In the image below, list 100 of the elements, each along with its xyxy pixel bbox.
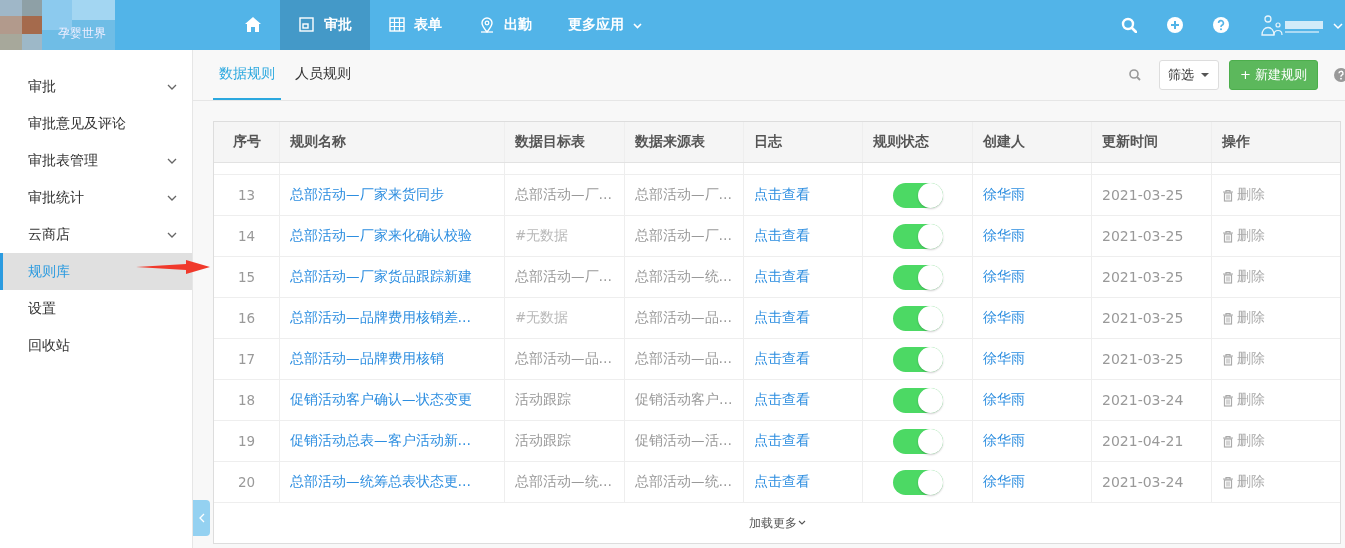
table-cell: 2021-04-21 [1102,433,1184,449]
toggle-switch[interactable] [893,264,943,290]
brand-name: 孕婴世界 [58,25,106,42]
rule-name-link[interactable]: 促销活动总表—客户活动新… [290,432,471,450]
table-cell: #无数据 [515,309,569,327]
view-log-link[interactable]: 点击查看 [754,227,810,245]
rule-name-link[interactable]: 总部活动—厂家来化确认校验 [290,227,472,245]
search-icon[interactable] [1121,17,1137,33]
tab[interactable]: 数据规则 [213,50,281,100]
delete-button[interactable]: 删除 [1222,227,1265,245]
delete-button[interactable]: 删除 [1222,391,1265,409]
table-cell: 2021-03-24 [1102,474,1184,490]
table-cell: 17 [214,339,280,379]
creator-link[interactable]: 徐华雨 [983,350,1025,368]
trash-icon [1222,352,1234,366]
sidebar-item[interactable]: 审批表管理 [0,142,192,179]
table-cell: 总部活动—品… [515,350,612,368]
column-header: 规则名称 [280,122,505,162]
help-icon[interactable] [1213,17,1229,33]
toggle-switch[interactable] [893,428,943,454]
trash-icon [1222,229,1234,243]
rule-name-link[interactable]: 总部活动—统筹总表状态更… [290,473,471,491]
table-cell: 活动跟踪 [515,391,571,409]
creator-link[interactable]: 徐华雨 [983,473,1025,491]
delete-button[interactable]: 删除 [1222,268,1265,286]
add-icon[interactable] [1167,17,1183,33]
delete-button[interactable]: 删除 [1222,473,1265,491]
view-log-link[interactable]: 点击查看 [754,268,810,286]
nav-item[interactable]: 表单 [370,0,460,50]
rule-name-link[interactable]: 总部活动—厂家来货同步 [290,186,444,204]
home-icon [244,16,262,34]
column-header: 数据目标表 [505,122,625,162]
toggle-switch[interactable] [893,305,943,331]
sidebar-item[interactable]: 回收站 [0,327,192,364]
table-cell: 总部活动—厂… [515,186,612,204]
view-log-link[interactable]: 点击查看 [754,391,810,409]
collapse-button[interactable] [193,500,210,536]
view-log-link[interactable]: 点击查看 [754,350,810,368]
filter-dropdown[interactable]: 筛选 [1158,60,1219,90]
table-cell: 促销活动—活… [635,432,732,450]
sidebar-item[interactable]: 审批统计 [0,179,192,216]
view-log-link[interactable]: 点击查看 [754,186,810,204]
sidebar-item[interactable]: 规则库 [0,253,192,290]
delete-button[interactable]: 删除 [1222,432,1265,450]
new-rule-button[interactable]: + 新建规则 [1228,60,1318,90]
chevron-down-icon [798,520,806,526]
table-cell: 总部活动—厂… [635,227,732,245]
table-cell: 总部活动—厂… [515,268,612,286]
help-icon[interactable] [1334,68,1345,82]
sidebar-item[interactable]: 审批 [0,68,192,105]
sidebar-item[interactable]: 设置 [0,290,192,327]
table-cell: 14 [214,216,280,256]
toggle-switch[interactable] [893,223,943,249]
toggle-switch[interactable] [893,469,943,495]
view-log-link[interactable]: 点击查看 [754,473,810,491]
toggle-switch[interactable] [893,387,943,413]
view-log-link[interactable]: 点击查看 [754,432,810,450]
creator-link[interactable]: 徐华雨 [983,186,1025,204]
table-cell: 2021-03-24 [1102,392,1184,408]
table-cell: 2021-03-25 [1102,228,1184,244]
table-cell: 总部活动—厂… [635,186,732,204]
table-cell: 总部活动—品… [635,309,732,327]
rule-name-link[interactable]: 总部活动—品牌费用核销差… [290,309,471,327]
delete-button[interactable]: 删除 [1222,186,1265,204]
load-more-button[interactable]: 加载更多 [749,514,806,532]
map-pin-icon [478,16,496,34]
search-icon[interactable] [1128,69,1141,81]
column-header: 数据来源表 [625,122,744,162]
caret-icon[interactable] [1333,20,1343,30]
chevron-down-icon [167,230,177,239]
chevron-down-icon [167,82,177,91]
sidebar-item[interactable]: 审批意见及评论 [0,105,192,142]
table-cell: 19 [214,421,280,461]
creator-link[interactable]: 徐华雨 [983,268,1025,286]
nav-item[interactable]: 出勤 [460,0,550,50]
creator-link[interactable]: 徐华雨 [983,432,1025,450]
tab[interactable]: 人员规则 [289,50,357,100]
creator-link[interactable]: 徐华雨 [983,391,1025,409]
table-cell: 总部活动—品… [635,350,732,368]
table-cell: 活动跟踪 [515,432,571,450]
toggle-switch[interactable] [893,182,943,208]
chevron-left-icon [197,513,206,523]
caret-icon [632,20,643,30]
view-log-link[interactable]: 点击查看 [754,309,810,327]
grid-icon [388,16,406,34]
chevron-down-icon [167,193,177,202]
rule-name-link[interactable]: 总部活动—厂家货品跟踪新建 [290,268,472,286]
nav-item[interactable]: 审批 [280,0,370,50]
delete-button[interactable]: 删除 [1222,309,1265,327]
rule-name-link[interactable]: 促销活动客户确认—状态变更 [290,391,472,409]
nav-item[interactable]: 更多应用 [550,0,661,50]
rule-name-link[interactable]: 总部活动—品牌费用核销 [290,350,444,368]
delete-button[interactable]: 删除 [1222,350,1265,368]
table-cell: 2021-03-25 [1102,269,1184,285]
creator-link[interactable]: 徐华雨 [983,227,1025,245]
sidebar-item[interactable]: 云商店 [0,216,192,253]
table-cell: 2021-03-25 [1102,187,1184,203]
table-cell: 2021-03-25 [1102,310,1184,326]
creator-link[interactable]: 徐华雨 [983,309,1025,327]
toggle-switch[interactable] [893,346,943,372]
